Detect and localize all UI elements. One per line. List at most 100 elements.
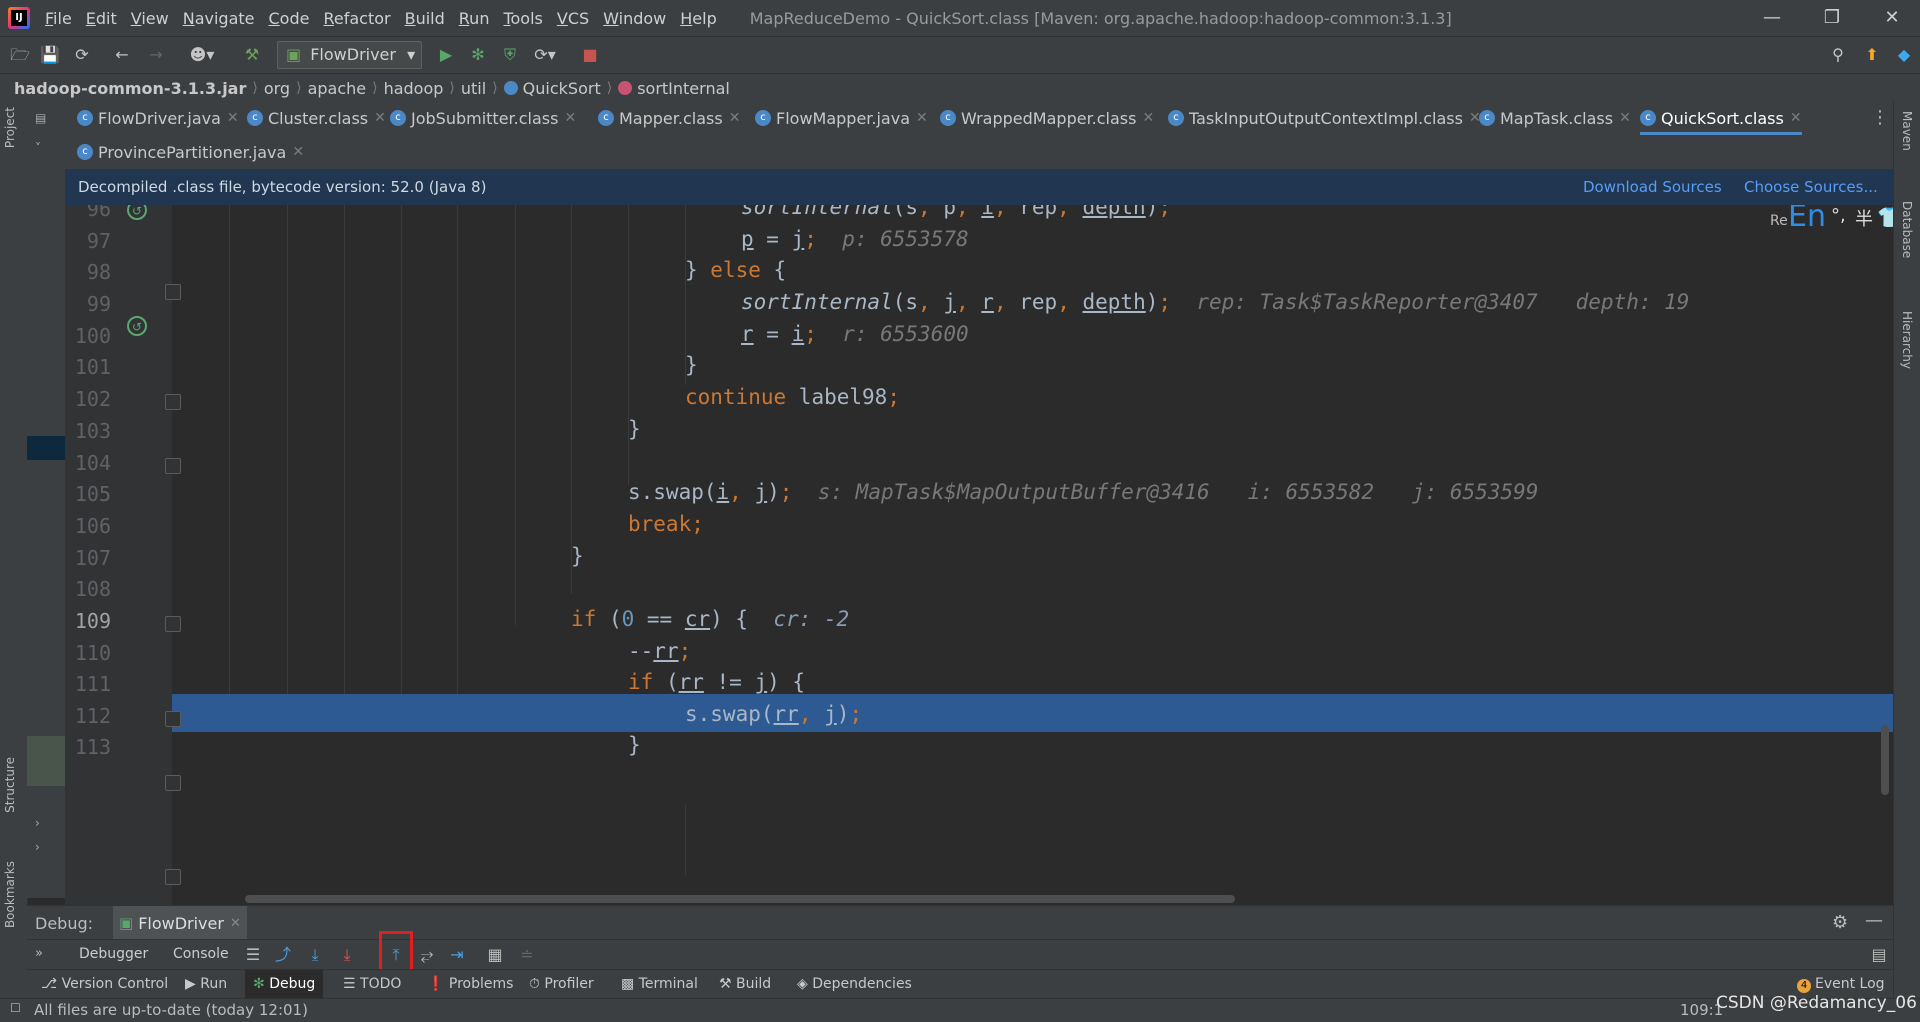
tab-flowmapper-java[interactable]: c FlowMapper.java ✕ xyxy=(755,101,928,135)
tab-flowdriver-java[interactable]: c FlowDriver.java ✕ xyxy=(77,101,239,135)
fold-marker-icon[interactable] xyxy=(165,775,181,791)
tool-terminal[interactable]: ▩ Terminal xyxy=(621,970,698,999)
back-icon[interactable]: ← xyxy=(110,44,134,66)
tab-maptask-class[interactable]: c MapTask.class ✕ xyxy=(1479,101,1631,135)
restore-icon[interactable]: ❐ xyxy=(1802,0,1862,36)
breadcrumb-hadoop[interactable]: hadoop xyxy=(378,79,450,98)
tool-dependencies[interactable]: ◈ Dependencies xyxy=(797,970,912,999)
ime-punctuation-indicator[interactable]: °, xyxy=(1831,205,1846,226)
recursive-call-icon[interactable]: ↺ xyxy=(127,316,147,336)
force-step-into-icon[interactable]: ⤓ xyxy=(335,944,359,966)
trace-stream-icon[interactable]: ≐ xyxy=(515,944,539,966)
status-panel-icon[interactable]: ☐ xyxy=(10,1001,21,1015)
run-icon[interactable]: ▶ xyxy=(434,44,458,66)
coverage-icon[interactable]: ⛨ xyxy=(498,44,522,66)
open-folder-icon[interactable]: 🗁 xyxy=(8,44,32,66)
choose-sources-link[interactable]: Choose Sources... xyxy=(1744,169,1878,205)
menu-view[interactable]: View xyxy=(124,9,176,28)
menu-file[interactable]: File xyxy=(38,9,79,28)
maven-tool-button[interactable]: Maven xyxy=(1900,111,1914,151)
fold-marker-icon[interactable] xyxy=(165,394,181,410)
close-icon[interactable]: ✕ xyxy=(292,144,304,160)
tree-expand-icon[interactable]: › xyxy=(35,816,40,830)
menu-build[interactable]: Build xyxy=(398,9,452,28)
tabs-menu-icon[interactable]: ⋮ xyxy=(1871,107,1889,128)
console-tab[interactable]: Console xyxy=(173,946,229,962)
close-icon[interactable]: ✕ xyxy=(1619,110,1631,126)
step-over-icon[interactable]: ⤴ xyxy=(271,944,295,966)
tool-todo[interactable]: ☰ TODO xyxy=(343,970,401,999)
debugger-tab[interactable]: Debugger xyxy=(79,946,148,962)
fold-marker-icon[interactable] xyxy=(165,616,181,632)
close-icon[interactable]: ✕ xyxy=(1142,110,1154,126)
forward-icon[interactable]: → xyxy=(144,44,168,66)
close-icon[interactable]: ✕ xyxy=(230,916,241,931)
tab-quicksort-class[interactable]: c QuickSort.class ✕ xyxy=(1640,101,1802,135)
hide-panel-icon[interactable]: — xyxy=(1865,910,1883,931)
jetbrains-toolbox-icon[interactable]: ◆ xyxy=(1892,44,1916,66)
bookmarks-tool-button[interactable]: Bookmarks xyxy=(3,861,17,928)
database-tool-button[interactable]: Database xyxy=(1900,201,1914,258)
close-icon[interactable]: ✕ xyxy=(227,110,239,126)
search-icon[interactable]: ⚲ xyxy=(1826,44,1850,66)
close-icon[interactable]: ✕ xyxy=(374,110,386,126)
menu-navigate[interactable]: Navigate xyxy=(176,9,262,28)
menu-code[interactable]: Code xyxy=(262,9,317,28)
tool-problems[interactable]: ❗ Problems xyxy=(427,970,513,999)
vertical-scrollbar[interactable] xyxy=(1881,725,1889,795)
settings-gear-icon[interactable]: ⚙ xyxy=(1832,912,1848,933)
structure-tool-button[interactable]: Structure xyxy=(3,757,17,813)
horizontal-scrollbar[interactable] xyxy=(245,895,1235,903)
fold-marker-icon[interactable] xyxy=(165,869,181,885)
close-window-icon[interactable]: ✕ xyxy=(1862,0,1920,36)
tab-provincepartitioner-java[interactable]: c ProvincePartitioner.java ✕ xyxy=(77,135,304,169)
menu-run[interactable]: Run xyxy=(452,9,497,28)
ime-skin-icon[interactable]: 👕 xyxy=(1877,205,1893,229)
evaluate-expression-icon[interactable]: ▦ xyxy=(483,944,507,966)
step-into-icon[interactable]: ⤓ xyxy=(303,944,327,966)
tool-debug[interactable]: ✻ Debug xyxy=(245,970,324,999)
menu-tools[interactable]: Tools xyxy=(496,9,549,28)
debug-bug-icon[interactable]: ✻ xyxy=(466,44,490,66)
download-sources-link[interactable]: Download Sources xyxy=(1583,169,1722,205)
menu-help[interactable]: Help xyxy=(673,9,723,28)
ime-width-indicator[interactable]: 半 xyxy=(1855,205,1873,231)
ime-language-indicator[interactable]: En xyxy=(1788,205,1826,234)
selected-tree-row[interactable] xyxy=(27,436,65,460)
breadcrumb-quicksort[interactable]: QuickSort xyxy=(498,79,607,98)
update-icon[interactable]: ⬆ xyxy=(1860,44,1884,66)
fold-marker-icon[interactable] xyxy=(165,711,181,727)
run-configuration-select[interactable]: ▣ FlowDriver ▾ xyxy=(277,41,422,69)
stop-icon[interactable]: ■ xyxy=(578,44,602,66)
show-execution-point-icon[interactable]: ☰ xyxy=(241,944,265,966)
hierarchy-tool-button[interactable]: Hierarchy xyxy=(1900,311,1914,369)
layout-icon[interactable]: ▤ xyxy=(1867,944,1891,966)
debug-session-tab[interactable]: ▣ FlowDriver ✕ xyxy=(113,906,247,940)
breadcrumb-util[interactable]: util xyxy=(455,79,492,98)
tool-build[interactable]: ⚒ Build xyxy=(719,970,771,999)
breadcrumb-jar[interactable]: hadoop-common-3.1.3.jar xyxy=(8,79,252,98)
expand-icon[interactable]: » xyxy=(35,946,43,961)
close-icon[interactable]: ✕ xyxy=(729,110,741,126)
breadcrumb-apache[interactable]: apache xyxy=(302,79,373,98)
project-panel-icon[interactable]: ▤ xyxy=(35,111,46,125)
sync-icon[interactable]: ⟳ xyxy=(70,44,94,66)
tool-profiler[interactable]: ⏱ Profiler xyxy=(529,970,594,999)
close-icon[interactable]: ✕ xyxy=(564,110,576,126)
fold-marker-icon[interactable] xyxy=(165,284,181,300)
breadcrumb-org[interactable]: org xyxy=(258,79,296,98)
tab-cluster-class[interactable]: c Cluster.class ✕ xyxy=(247,101,386,135)
breadcrumb-method[interactable]: sortInternal xyxy=(612,79,736,98)
menu-refactor[interactable]: Refactor xyxy=(316,9,397,28)
build-hammer-icon[interactable]: ⚒ xyxy=(240,44,264,66)
close-icon[interactable]: ✕ xyxy=(1790,110,1802,126)
fold-marker-icon[interactable] xyxy=(165,458,181,474)
tab-taskinputoutputcontextimpl-class[interactable]: c TaskInputOutputContextImpl.class ✕ xyxy=(1168,101,1481,135)
tree-chevron-icon[interactable]: ˅ xyxy=(35,141,41,155)
tab-jobsubmitter-class[interactable]: c JobSubmitter.class ✕ xyxy=(390,101,576,135)
user-icon[interactable]: ☻▾ xyxy=(186,44,218,66)
tool-run[interactable]: ▶ Run xyxy=(185,970,227,999)
menu-vcs[interactable]: VCS xyxy=(550,9,596,28)
save-icon[interactable]: 💾 xyxy=(38,44,62,66)
project-tool-button[interactable]: Project xyxy=(3,107,17,148)
